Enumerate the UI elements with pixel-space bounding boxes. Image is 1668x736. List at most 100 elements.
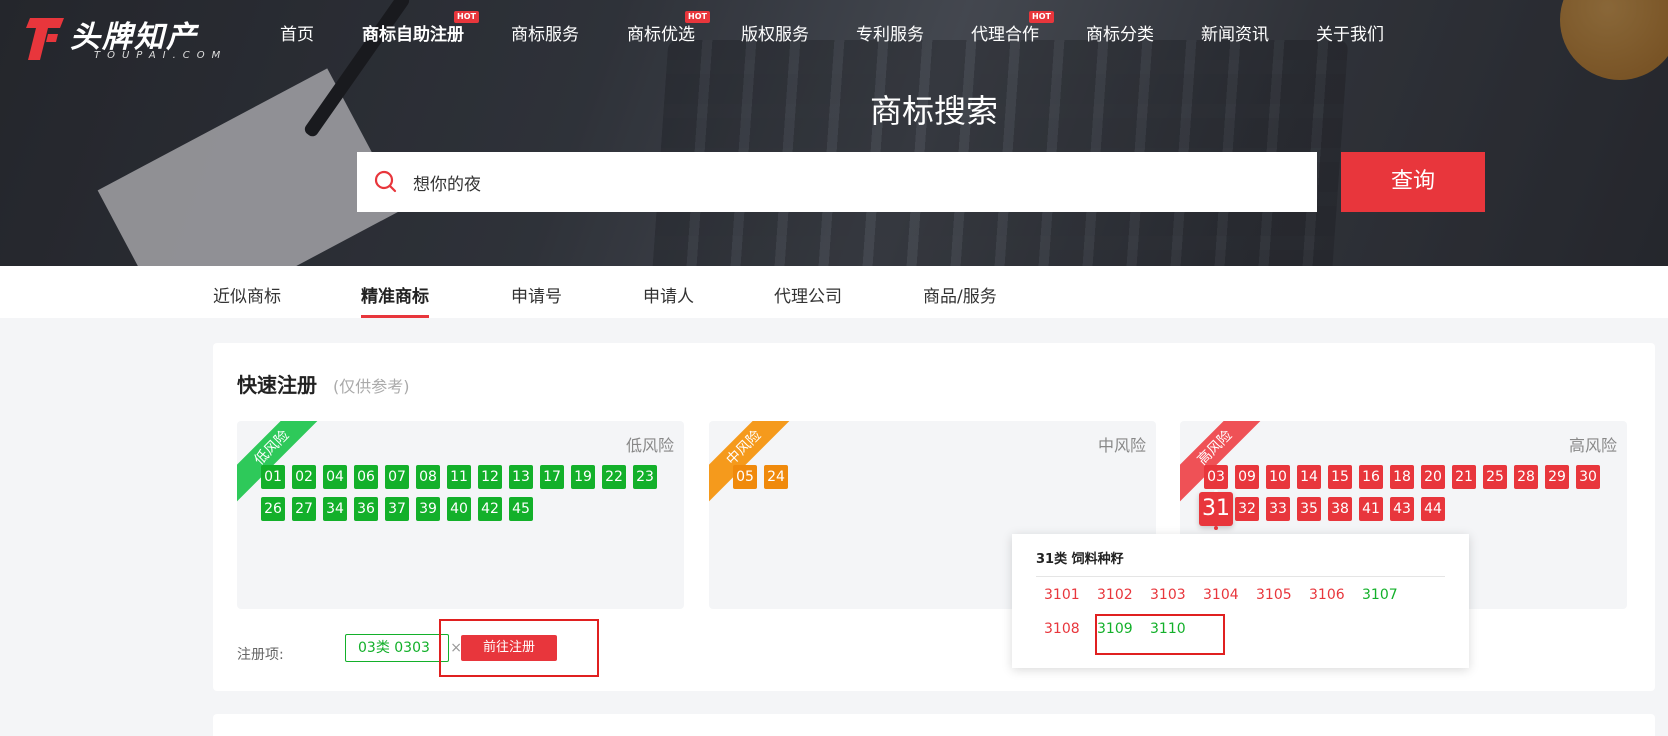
nav-item-7[interactable]: 代理合作	[971, 20, 1039, 45]
class-chip-14[interactable]: 14	[1297, 465, 1321, 489]
high-risk-ribbon: 高风险	[1180, 421, 1271, 504]
class-chip-30[interactable]: 30	[1576, 465, 1600, 489]
medium-risk-label: 中风险	[1097, 436, 1146, 455]
register-tag-label: 03类 0303	[358, 640, 430, 656]
search-icon	[374, 170, 397, 193]
class-chip-22[interactable]: 22	[602, 465, 626, 489]
nav-item-8[interactable]: 商标分类	[1086, 20, 1154, 45]
class-chip-11[interactable]: 11	[447, 465, 471, 489]
tab-exact[interactable]: 精准商标	[361, 282, 429, 307]
medium-risk-ribbon: 中风险	[709, 421, 800, 504]
search-input[interactable]: 想你的夜	[357, 152, 1317, 212]
nav-item-9[interactable]: 新闻资讯	[1201, 20, 1269, 45]
class-chip-33[interactable]: 33	[1266, 497, 1290, 521]
hero-banner	[0, 0, 1668, 266]
class-chip-02[interactable]: 02	[292, 465, 316, 489]
class-chip-32[interactable]: 32	[1235, 497, 1259, 521]
class-chip-23[interactable]: 23	[633, 465, 657, 489]
class-chip-19[interactable]: 19	[571, 465, 595, 489]
class-chip-20[interactable]: 20	[1421, 465, 1445, 489]
class-chip-13[interactable]: 13	[509, 465, 533, 489]
class-chip-10[interactable]: 10	[1266, 465, 1290, 489]
class-chip-04[interactable]: 04	[323, 465, 347, 489]
search-title: 商标搜索	[870, 92, 999, 130]
subclass-code-3104[interactable]: 3104	[1203, 587, 1239, 603]
class-chip-31[interactable]: 31	[1199, 492, 1233, 526]
class-chip-35[interactable]: 35	[1297, 497, 1321, 521]
class-chip-25[interactable]: 25	[1483, 465, 1507, 489]
nav-item-4[interactable]: 商标优选	[627, 20, 695, 45]
class-chip-41[interactable]: 41	[1359, 497, 1383, 521]
hot-badge: HOT	[454, 11, 479, 23]
nav-item-10[interactable]: 关于我们	[1316, 20, 1384, 45]
class-chip-38[interactable]: 38	[1328, 497, 1352, 521]
popup-title: 31类 饲料种籽	[1036, 552, 1124, 567]
hot-badge: HOT	[1029, 11, 1054, 23]
class-chip-03[interactable]: 03	[1204, 465, 1228, 489]
highlight-box-register	[439, 619, 599, 677]
tab-goods-services[interactable]: 商品/服务	[923, 282, 997, 307]
tab-application-number[interactable]: 申请号	[511, 282, 562, 307]
class-chip-26[interactable]: 26	[261, 497, 285, 521]
quick-register-title: 快速注册	[237, 373, 317, 397]
subclass-code-3106[interactable]: 3106	[1309, 587, 1345, 603]
class-chip-12[interactable]: 12	[478, 465, 502, 489]
nav-item-3[interactable]: 商标服务	[511, 20, 579, 45]
class-chip-37[interactable]: 37	[385, 497, 409, 521]
subclass-code-3102[interactable]: 3102	[1097, 587, 1133, 603]
class-chip-44[interactable]: 44	[1421, 497, 1445, 521]
subclass-popup: 31类 饲料种籽 3101 3102 3103 3104 3105 3106 3107 310…	[1012, 534, 1469, 668]
class-chip-08[interactable]: 08	[416, 465, 440, 489]
low-risk-label: 低风险	[625, 436, 674, 455]
nav-item-2[interactable]: 商标自助注册	[362, 20, 464, 45]
tab-applicant[interactable]: 申请人	[643, 282, 694, 307]
logo-subtitle: TOUPAI.COM	[94, 50, 228, 61]
register-items-label: 注册项:	[237, 647, 284, 663]
class-chip-09[interactable]: 09	[1235, 465, 1259, 489]
subclass-code-3105[interactable]: 3105	[1256, 587, 1292, 603]
class-chip-39[interactable]: 39	[416, 497, 440, 521]
subclass-code-3101[interactable]: 3101	[1044, 587, 1080, 603]
search-value: 想你的夜	[413, 175, 481, 195]
class-chip-45[interactable]: 45	[509, 497, 533, 521]
site-logo[interactable]: 头牌知产 TOUPAI.COM	[26, 12, 220, 64]
subclass-code-3107[interactable]: 3107	[1362, 587, 1398, 603]
class-chip-42[interactable]: 42	[478, 497, 502, 521]
class-chip-24[interactable]: 24	[764, 465, 788, 489]
class-chip-21[interactable]: 21	[1452, 465, 1476, 489]
class-chip-07[interactable]: 07	[385, 465, 409, 489]
class-chip-16[interactable]: 16	[1359, 465, 1383, 489]
nav-item-5[interactable]: 版权服务	[741, 20, 809, 45]
tab-similar[interactable]: 近似商标	[213, 282, 281, 307]
class-chip-29[interactable]: 29	[1545, 465, 1569, 489]
class-chip-43[interactable]: 43	[1390, 497, 1414, 521]
low-risk-ribbon: 低风险	[237, 421, 328, 504]
class-chip-27[interactable]: 27	[292, 497, 316, 521]
class-chip-40[interactable]: 40	[447, 497, 471, 521]
subclass-code-3108[interactable]: 3108	[1044, 621, 1080, 637]
selected-register-tag[interactable]: 03类 0303 ×	[345, 634, 462, 662]
search-button[interactable]: 查询	[1341, 152, 1485, 212]
class-chip-01[interactable]: 01	[261, 465, 285, 489]
high-risk-label: 高风险	[1568, 436, 1617, 455]
class-chip-06[interactable]: 06	[354, 465, 378, 489]
hot-badge: HOT	[685, 11, 710, 23]
active-tab-indicator	[361, 315, 429, 318]
class-chip-05[interactable]: 05	[733, 465, 757, 489]
tab-agency[interactable]: 代理公司	[774, 282, 842, 307]
nav-item-6[interactable]: 专利服务	[856, 20, 924, 45]
class-chip-36[interactable]: 36	[354, 497, 378, 521]
logo-mark-icon	[26, 18, 64, 60]
search-type-tabs: 近似商标 精准商标 申请号 申请人 代理公司 商品/服务	[0, 266, 1668, 318]
low-risk-panel: 低风险 低风险 01 02 04 06 07 08 11 12 13 17 19 22 23 26 27 34…	[237, 421, 684, 609]
next-card	[213, 714, 1655, 736]
class-chip-18[interactable]: 18	[1390, 465, 1414, 489]
highlight-box-subclass	[1095, 614, 1225, 655]
class-chip-17[interactable]: 17	[540, 465, 564, 489]
subclass-code-3103[interactable]: 3103	[1150, 587, 1186, 603]
class-chip-15[interactable]: 15	[1328, 465, 1352, 489]
class-chip-28[interactable]: 28	[1514, 465, 1538, 489]
nav-item-1[interactable]: 首页	[280, 20, 314, 45]
quick-register-note: (仅供参考)	[333, 377, 410, 396]
class-chip-34[interactable]: 34	[323, 497, 347, 521]
